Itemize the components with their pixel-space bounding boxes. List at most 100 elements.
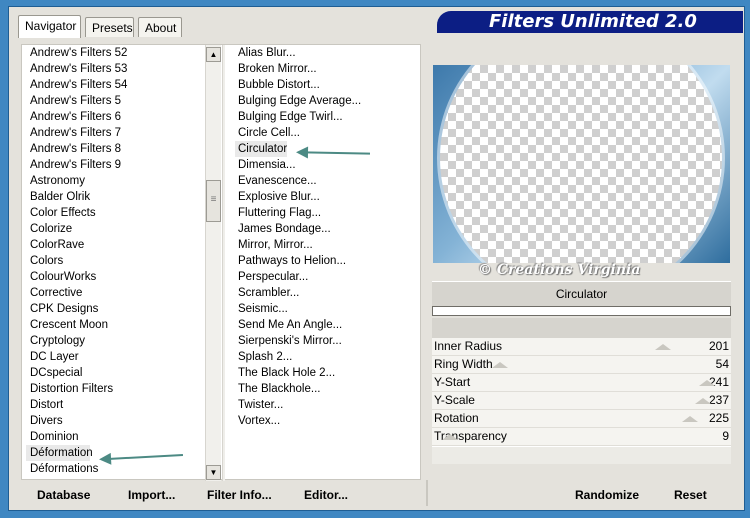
slider-thumb[interactable] — [695, 398, 712, 404]
slider-thumb[interactable] — [441, 434, 458, 440]
category-item[interactable]: Andrew's Filters 52 — [22, 45, 205, 61]
filter-item[interactable]: Dimensia... — [233, 157, 418, 173]
filter-item[interactable]: Mirror, Mirror... — [233, 237, 418, 253]
category-item[interactable]: Corrective — [22, 285, 205, 301]
filter-item[interactable]: Perspecular... — [233, 269, 418, 285]
category-item[interactable]: Andrew's Filters 54 — [22, 77, 205, 93]
param-slider-row[interactable]: Ring Width 54 — [432, 356, 731, 374]
category-item[interactable]: Divers — [22, 413, 205, 429]
category-item[interactable]: Color Effects — [22, 205, 205, 221]
category-item[interactable]: Colorize — [22, 221, 205, 237]
filter-item[interactable]: Alias Blur... — [233, 45, 418, 61]
preview-image — [433, 65, 730, 263]
param-value: 237 — [708, 393, 729, 407]
category-item[interactable]: Cryptology — [22, 333, 205, 349]
filter-item[interactable]: Twister... — [233, 397, 418, 413]
filter-item[interactable]: Circle Cell... — [233, 125, 418, 141]
category-item[interactable]: DC Layer — [22, 349, 205, 365]
param-label: Inner Radius — [434, 339, 503, 353]
filter-item[interactable]: Scrambler... — [233, 285, 418, 301]
filter-item[interactable]: Circulator — [235, 141, 287, 157]
filter-item[interactable]: Pathways to Helion... — [233, 253, 418, 269]
slider-thumb[interactable] — [655, 344, 672, 350]
progress-bar — [432, 306, 731, 316]
filter-item[interactable]: Sierpenski's Mirror... — [233, 333, 418, 349]
bottom-button-bar: Database Import... Filter Info... Editor… — [21, 480, 733, 508]
scroll-thumb[interactable]: ≡ — [206, 180, 221, 222]
category-item[interactable]: Andrew's Filters 5 — [22, 93, 205, 109]
tab-presets[interactable]: Presets — [85, 17, 134, 37]
filter-item[interactable]: The Blackhole... — [233, 381, 418, 397]
tab-about[interactable]: About — [138, 17, 182, 37]
category-item[interactable]: CPK Designs — [22, 301, 205, 317]
control-area — [432, 318, 731, 338]
filter-item[interactable]: Bulging Edge Average... — [233, 93, 418, 109]
navigator-panel: Andrew's Filters 52 Andrew's Filters 53 An… — [21, 44, 421, 481]
filter-item[interactable]: Bubble Distort... — [233, 77, 418, 93]
filter-name-label: Circulator — [432, 281, 731, 307]
database-button[interactable]: Database — [37, 488, 90, 502]
filter-item[interactable]: Send Me An Angle... — [233, 317, 418, 333]
category-item[interactable]: Balder Olrik — [22, 189, 205, 205]
editor-button[interactable]: Editor... — [304, 488, 348, 502]
param-slider-row[interactable]: Y-Scale 237 — [432, 392, 731, 410]
category-item[interactable]: Crescent Moon — [22, 317, 205, 333]
param-slider-row[interactable]: Y-Start 241 — [432, 374, 731, 392]
param-value: 9 — [722, 429, 729, 443]
tab-navigator[interactable]: Navigator — [18, 15, 81, 38]
filter-item[interactable]: Vortex... — [233, 413, 418, 429]
parameter-footer — [432, 446, 731, 464]
category-item[interactable]: ColourWorks — [22, 269, 205, 285]
category-list[interactable]: Andrew's Filters 52 Andrew's Filters 53 An… — [22, 45, 205, 481]
param-slider-row[interactable]: Transparency 9 — [432, 428, 731, 446]
category-item[interactable]: Distort — [22, 397, 205, 413]
triangle-down-icon: ▼ — [209, 468, 218, 477]
category-item[interactable]: ColorRave — [22, 237, 205, 253]
param-label: Rotation — [434, 411, 479, 425]
scroll-up-button[interactable]: ▲ — [206, 47, 221, 62]
category-item[interactable]: DCspecial — [22, 365, 205, 381]
filter-item[interactable]: Splash 2... — [233, 349, 418, 365]
slider-thumb[interactable] — [699, 380, 716, 386]
watermark: © Creations Virginia — [478, 262, 641, 278]
filter-item[interactable]: Broken Mirror... — [233, 61, 418, 77]
category-item[interactable]: Dominion — [22, 429, 205, 445]
category-item[interactable]: Déformation — [26, 445, 93, 461]
filter-item[interactable]: James Bondage... — [233, 221, 418, 237]
filter-item[interactable]: Fluttering Flag... — [233, 205, 418, 221]
filter-item[interactable]: Seismic... — [233, 301, 418, 317]
filter-item[interactable]: Explosive Blur... — [233, 189, 418, 205]
param-label: Y-Scale — [434, 393, 475, 407]
category-item[interactable]: Andrew's Filters 9 — [22, 157, 205, 173]
param-slider-row[interactable]: Inner Radius 201 — [432, 338, 731, 356]
app-title-banner: Filters Unlimited 2.0 — [437, 11, 743, 33]
param-label: Y-Start — [434, 375, 471, 389]
slider-thumb[interactable] — [681, 416, 698, 422]
filter-info-button[interactable]: Filter Info... — [207, 488, 272, 502]
category-item[interactable]: Andrew's Filters 7 — [22, 125, 205, 141]
category-item[interactable]: Déformations — [22, 461, 205, 477]
grip-icon: ≡ — [210, 194, 217, 205]
list-divider — [222, 45, 225, 481]
category-item[interactable]: Colors — [22, 253, 205, 269]
reset-button[interactable]: Reset — [674, 488, 707, 502]
import-button[interactable]: Import... — [128, 488, 175, 502]
category-scrollbar[interactable]: ▲ ≡ ▼ — [205, 45, 221, 481]
category-item[interactable]: Andrew's Filters 53 — [22, 61, 205, 77]
param-value: 201 — [708, 339, 729, 353]
param-slider-row[interactable]: Rotation 225 — [432, 410, 731, 428]
randomize-button[interactable]: Randomize — [575, 488, 639, 502]
category-item[interactable]: Astronomy — [22, 173, 205, 189]
category-item[interactable]: Distortion Filters — [22, 381, 205, 397]
param-label: Ring Width — [434, 357, 493, 371]
parameter-sliders: Inner Radius 201 Ring Width 54 Y-Start 241 Y-S… — [432, 338, 731, 446]
filter-item[interactable]: The Black Hole 2... — [233, 365, 418, 381]
param-value: 54 — [715, 357, 729, 371]
filter-item[interactable]: Bulging Edge Twirl... — [233, 109, 418, 125]
slider-thumb[interactable] — [491, 362, 508, 368]
category-item[interactable]: Andrew's Filters 6 — [22, 109, 205, 125]
scroll-down-button[interactable]: ▼ — [206, 465, 221, 480]
filter-item[interactable]: Evanescence... — [233, 173, 418, 189]
category-item[interactable]: Andrew's Filters 8 — [22, 141, 205, 157]
filter-list[interactable]: Alias Blur... Broken Mirror... Bubble Dist… — [233, 45, 418, 481]
